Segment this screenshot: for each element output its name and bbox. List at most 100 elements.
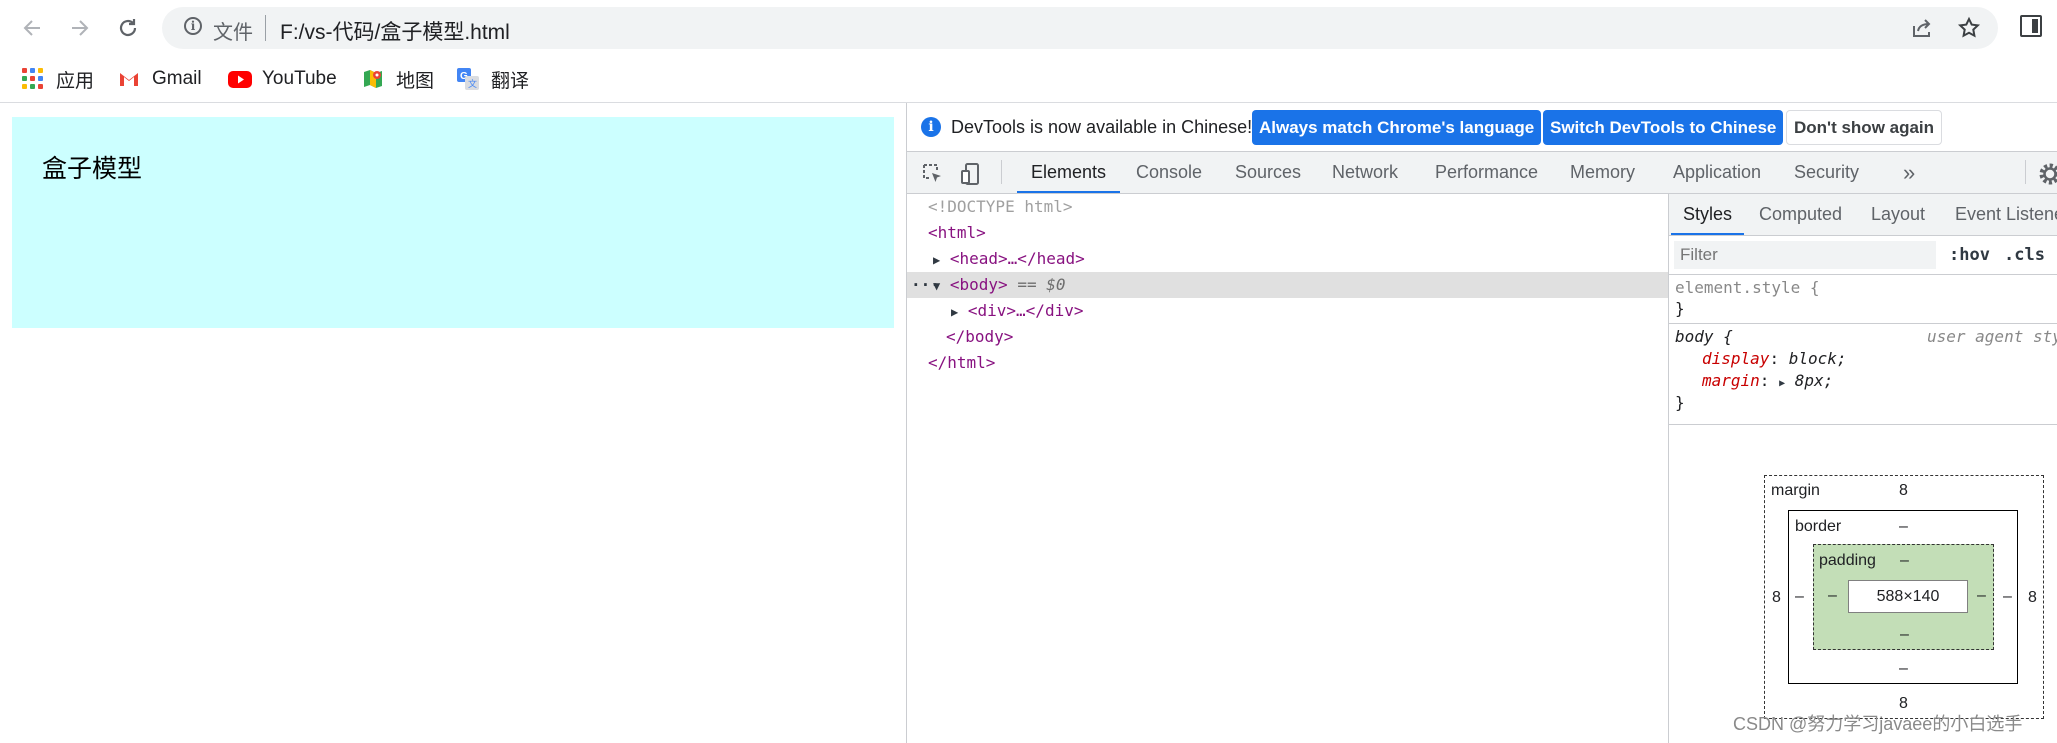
styles-filter-input[interactable] bbox=[1674, 241, 1936, 269]
devtools-language-infobar: i DevTools is now available in Chinese! … bbox=[907, 103, 2057, 152]
dom-node-html-close[interactable]: </html> bbox=[928, 350, 995, 376]
maps-icon bbox=[362, 68, 384, 90]
border-top-value[interactable]: – bbox=[1899, 518, 1908, 536]
border-bottom-value[interactable]: – bbox=[1899, 660, 1908, 678]
dom-node-body-close[interactable]: </body> bbox=[946, 324, 1013, 350]
styles-subtabs: Styles Computed Layout Event Listeners bbox=[1669, 194, 2057, 236]
tab-performance[interactable]: Performance bbox=[1435, 152, 1538, 193]
back-button[interactable] bbox=[16, 12, 48, 44]
dom-node-body-selected[interactable]: ··· ▼ <body> == $0 bbox=[907, 272, 1668, 298]
bookmark-youtube[interactable]: YouTube bbox=[228, 65, 337, 93]
forward-button[interactable] bbox=[64, 12, 96, 44]
reload-button[interactable] bbox=[112, 12, 144, 44]
html-close-tag: </html> bbox=[928, 353, 996, 372]
bookmarks-bar: 应用 Gmail YouTube 地图 G文 翻译 bbox=[0, 56, 2057, 103]
class-toggle[interactable]: .cls bbox=[2004, 245, 2045, 265]
reload-icon bbox=[119, 19, 137, 37]
dom-node-html[interactable]: <html> bbox=[928, 220, 986, 246]
tab-sources[interactable]: Sources bbox=[1235, 152, 1301, 193]
selected-node-marker: == $0 bbox=[1017, 275, 1066, 294]
padding-left-value[interactable]: – bbox=[1828, 587, 1837, 605]
side-panel-icon[interactable] bbox=[2020, 15, 2042, 37]
padding-bottom-value[interactable]: – bbox=[1900, 626, 1909, 644]
dom-tree: <!DOCTYPE html> <html> ▶ <head>…</head> … bbox=[907, 194, 1668, 743]
subtab-layout[interactable]: Layout bbox=[1871, 194, 1925, 235]
address-bar[interactable]: i 文件 F:/vs-代码/盒子模型.html bbox=[162, 7, 1998, 49]
margin-right-value[interactable]: 8 bbox=[2028, 589, 2037, 607]
bookmark-apps[interactable]: 应用 bbox=[22, 65, 94, 93]
padding-label: padding bbox=[1819, 552, 1876, 569]
tab-console[interactable]: Console bbox=[1136, 152, 1202, 193]
bookmark-label: Gmail bbox=[152, 68, 202, 89]
border-label: border bbox=[1795, 518, 1842, 535]
more-tabs-button[interactable]: » bbox=[1903, 152, 1915, 193]
expand-triangle-icon[interactable]: ▶ bbox=[951, 305, 958, 319]
star-icon[interactable] bbox=[1957, 16, 1981, 46]
bookmark-translate[interactable]: G文 翻译 bbox=[457, 65, 529, 93]
switch-to-chinese-button[interactable]: Switch DevTools to Chinese bbox=[1543, 110, 1784, 145]
bookmark-label: 地图 bbox=[396, 70, 435, 92]
tab-elements[interactable]: Elements bbox=[1016, 152, 1121, 193]
dom-node-div[interactable]: ▶ <div>…</div> bbox=[951, 298, 1083, 324]
subtab-computed[interactable]: Computed bbox=[1759, 194, 1842, 235]
expand-triangle-icon[interactable]: ▶ bbox=[933, 253, 940, 267]
toolbar-divider bbox=[2025, 160, 2026, 184]
border-right-value[interactable]: – bbox=[2003, 588, 2012, 606]
subtab-event-listeners[interactable]: Event Listeners bbox=[1955, 194, 2057, 235]
bookmark-maps[interactable]: 地图 bbox=[362, 65, 434, 93]
border-left-value[interactable]: – bbox=[1795, 588, 1804, 606]
tab-network[interactable]: Network bbox=[1332, 152, 1398, 193]
padding-top-value[interactable]: – bbox=[1900, 552, 1909, 570]
bookmark-gmail[interactable]: Gmail bbox=[118, 65, 202, 93]
head-tag: <head>…</head> bbox=[949, 249, 1085, 268]
tab-security[interactable]: Security bbox=[1794, 152, 1859, 193]
subtab-styles[interactable]: Styles bbox=[1670, 194, 1745, 235]
arrow-right-icon bbox=[72, 20, 89, 36]
element-style-rule: element.style { } bbox=[1669, 275, 2057, 324]
bookmark-label: 翻译 bbox=[491, 70, 530, 92]
close-brace: } bbox=[1675, 299, 1685, 318]
body-selector: body { bbox=[1675, 327, 1733, 346]
box-content-size[interactable]: 588×140 bbox=[1848, 580, 1968, 613]
body-close-tag: </body> bbox=[946, 327, 1014, 346]
dont-show-again-button[interactable]: Don't show again bbox=[1786, 110, 1943, 145]
url-text[interactable]: F:/vs-代码/盒子模型.html bbox=[280, 16, 510, 46]
tab-memory[interactable]: Memory bbox=[1570, 152, 1635, 193]
tab-application[interactable]: Application bbox=[1673, 152, 1761, 193]
dom-node-doctype[interactable]: <!DOCTYPE html> bbox=[928, 194, 1073, 220]
always-match-language-button[interactable]: Always match Chrome's language bbox=[1252, 110, 1542, 145]
property-value: 8px; bbox=[1794, 371, 1834, 390]
expand-triangle-icon[interactable]: ▶ bbox=[1779, 378, 1785, 389]
hover-state-toggle[interactable]: :hov bbox=[1949, 245, 1990, 265]
device-toolbar-icon[interactable] bbox=[959, 162, 981, 185]
inspect-element-icon[interactable] bbox=[921, 162, 943, 184]
doctype-text: <!DOCTYPE html> bbox=[928, 197, 1073, 216]
padding-right-value[interactable]: – bbox=[1977, 587, 1986, 605]
div-tag: <div>…</div> bbox=[967, 301, 1084, 320]
html-open-tag: <html> bbox=[928, 223, 986, 242]
close-brace: } bbox=[1675, 393, 1685, 412]
bookmark-label: 应用 bbox=[56, 70, 95, 92]
collapse-triangle-icon[interactable]: ▼ bbox=[933, 279, 940, 293]
body-open-tag: <body> bbox=[949, 275, 1008, 294]
margin-top-value[interactable]: 8 bbox=[1899, 482, 1908, 500]
info-icon: i bbox=[921, 117, 941, 137]
margin-label: margin bbox=[1771, 482, 1820, 499]
body-ua-rule: body { user agent stylesheet display: bl… bbox=[1669, 324, 2057, 425]
share-icon[interactable] bbox=[1910, 16, 1934, 46]
styles-filter-row: :hov .cls bbox=[1669, 236, 2057, 275]
dom-node-head[interactable]: ▶ <head>…</head> bbox=[933, 246, 1085, 272]
css-property-display[interactable]: display: block; bbox=[1702, 348, 1847, 370]
box-model-diagram: margin 8 8 8 8 border – – – – padding – … bbox=[1764, 475, 2044, 719]
css-property-margin[interactable]: margin: ▶ 8px; bbox=[1702, 370, 1833, 392]
user-agent-stylesheet-label: user agent stylesheet bbox=[1927, 327, 2057, 346]
translate-icon: G文 bbox=[457, 68, 479, 90]
settings-gear-icon[interactable] bbox=[2038, 162, 2057, 185]
margin-left-value[interactable]: 8 bbox=[1772, 589, 1781, 607]
url-scheme-label: 文件 bbox=[213, 22, 253, 44]
element-style-selector[interactable]: element.style { bbox=[1675, 277, 1820, 299]
info-icon[interactable]: i bbox=[184, 17, 202, 35]
page-viewport: 盒子模型 bbox=[0, 103, 906, 743]
svg-text:文: 文 bbox=[468, 78, 477, 90]
property-value: block; bbox=[1788, 349, 1847, 368]
